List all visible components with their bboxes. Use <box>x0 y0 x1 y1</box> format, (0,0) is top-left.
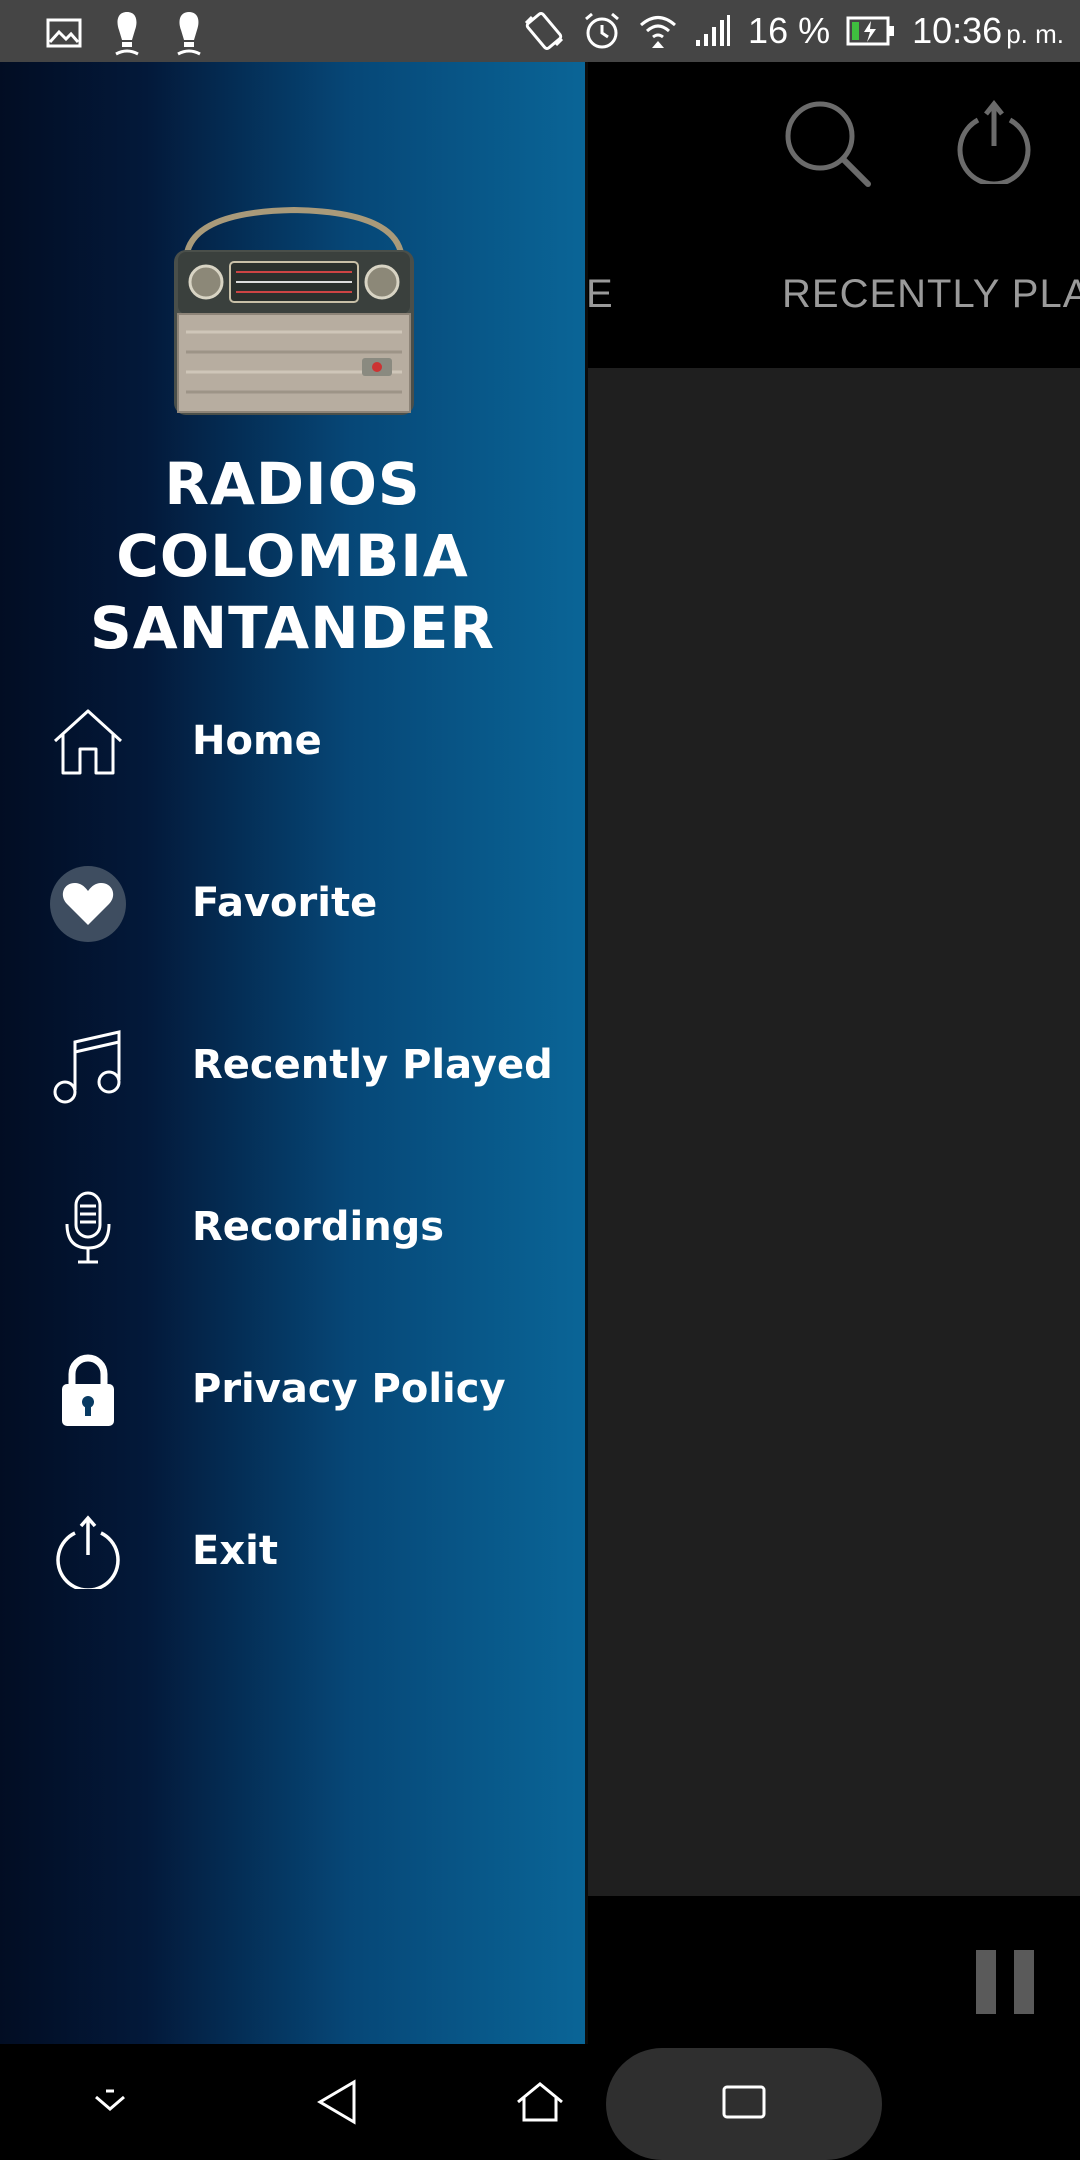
status-bar-left <box>46 10 206 56</box>
notification-icon <box>177 12 201 56</box>
recents-button[interactable] <box>714 2044 774 2160</box>
clock-time: 10:36 <box>912 10 1003 51</box>
battery-icon <box>846 16 895 46</box>
alarm-icon <box>585 12 620 49</box>
radio-logo <box>174 206 414 415</box>
notification-icon <box>115 12 139 56</box>
drawer-item-label: Exit <box>192 1528 278 1574</box>
drawer-item-favorite[interactable]: Favorite <box>0 842 585 962</box>
tab-home[interactable]: E <box>586 272 614 317</box>
status-bar-right: 16 % 10:36 p. m. <box>522 0 1064 62</box>
chevron-down-icon <box>95 2089 125 2111</box>
microphone-icon <box>48 1188 128 1268</box>
hide-nav-button[interactable] <box>80 2044 140 2160</box>
back-icon <box>317 2079 356 2125</box>
drawer-item-recently-played[interactable]: Recently Played <box>0 1004 585 1124</box>
app-title-line: COLOMBIA <box>116 522 469 590</box>
music-note-icon <box>48 1026 128 1106</box>
recents-icon <box>722 2085 766 2119</box>
home-icon <box>48 702 128 782</box>
signal-icon <box>696 15 731 46</box>
app-title-line: SANTANDER <box>89 594 496 662</box>
drawer-item-label: Favorite <box>192 880 378 926</box>
home-icon <box>517 2082 563 2122</box>
home-button[interactable] <box>510 2044 570 2160</box>
drawer-item-label: Home <box>192 718 322 764</box>
drawer-item-exit[interactable]: Exit <box>0 1490 585 1610</box>
status-bar: 16 % 10:36 p. m. <box>0 0 1080 62</box>
pause-icon[interactable] <box>976 1950 1034 2014</box>
power-icon[interactable] <box>954 100 1034 184</box>
app-title-line: RADIOS <box>164 450 421 518</box>
drawer-item-label: Recently Played <box>192 1042 553 1088</box>
drawer-item-privacy-policy[interactable]: Privacy Policy <box>0 1328 585 1448</box>
wifi-icon <box>640 16 677 48</box>
lock-icon <box>48 1350 128 1430</box>
search-icon[interactable] <box>780 98 876 188</box>
heart-icon <box>48 864 128 944</box>
drawer-item-label: Privacy Policy <box>192 1366 506 1412</box>
clock: 10:36 p. m. <box>912 10 1064 52</box>
tab-recently-played[interactable]: RECENTLY PLA <box>782 272 1080 317</box>
vibrate-icon <box>524 12 564 50</box>
battery-percent: 16 % <box>748 10 831 51</box>
power-icon <box>48 1512 128 1592</box>
app-title: RADIOS COLOMBIA SANTANDER <box>0 448 585 664</box>
gallery-icon <box>46 18 82 48</box>
back-button[interactable] <box>306 2044 366 2160</box>
navigation-drawer: RADIOS COLOMBIA SANTANDER Home Favorite <box>0 62 585 2044</box>
drawer-edge <box>585 62 588 2044</box>
drawer-item-recordings[interactable]: Recordings <box>0 1166 585 1286</box>
drawer-item-home[interactable]: Home <box>0 680 585 800</box>
drawer-item-label: Recordings <box>192 1204 445 1250</box>
clock-suffix: p. m. <box>1006 19 1064 49</box>
